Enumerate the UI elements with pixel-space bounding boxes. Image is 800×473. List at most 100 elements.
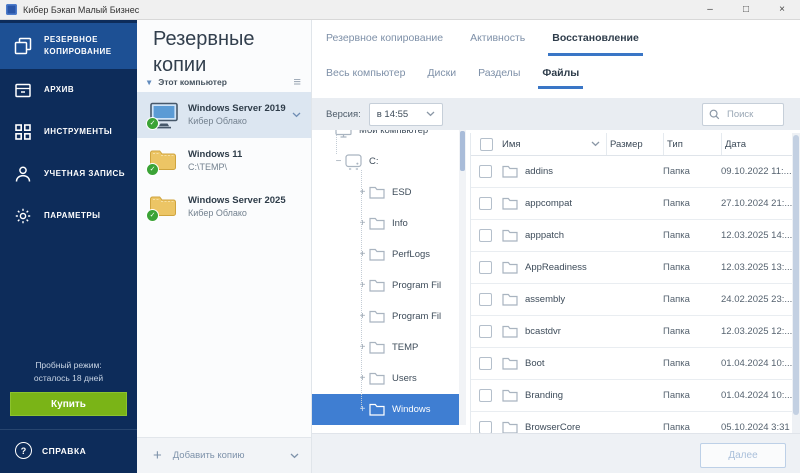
tree-item[interactable]: + Program Fil	[312, 270, 459, 301]
folder-icon	[502, 389, 518, 402]
tree-item[interactable]: +Info	[312, 208, 459, 239]
main-tab[interactable]: Восстановление	[552, 20, 639, 56]
sub-tab[interactable]: Разделы	[478, 56, 520, 89]
expander-minus-icon[interactable]: −	[332, 156, 345, 167]
tree-item[interactable]: +PerfLogs	[312, 239, 459, 270]
column-header-size[interactable]: Размер	[606, 133, 663, 155]
sub-tab[interactable]: Файлы	[542, 56, 579, 89]
folder-icon	[502, 197, 518, 210]
next-button[interactable]: Далее	[700, 443, 786, 468]
file-name: AppReadiness	[525, 262, 587, 273]
column-header-type[interactable]: Тип	[663, 133, 721, 155]
tree-item[interactable]: −C:	[312, 146, 459, 177]
expander-plus-icon[interactable]: +	[356, 373, 369, 384]
tree-item[interactable]: +ESD	[312, 177, 459, 208]
file-date: 12.03.2025 12:...	[721, 326, 792, 337]
window-title: Кибер Бэкап Малый Бизнес	[23, 5, 139, 15]
tree-item[interactable]: +Users	[312, 363, 459, 394]
chevron-down-icon	[290, 453, 299, 459]
search-icon	[709, 109, 720, 120]
sidebar-item[interactable]: РЕЗЕРВНОЕ КОПИРОВАНИЕ	[0, 23, 137, 69]
table-row[interactable]: appcompatПапка27.10.2024 21:...	[471, 188, 792, 220]
minimize-button[interactable]: –	[692, 0, 728, 20]
tree-item[interactable]: +Program Fil	[312, 301, 459, 332]
backup-group-header[interactable]: ▾ Этот компьютер ≡	[137, 72, 311, 92]
folder-icon	[369, 310, 385, 323]
version-dropdown[interactable]: в 14:55	[369, 103, 443, 126]
table-row[interactable]: AppReadinessПапка12.03.2025 13:...	[471, 252, 792, 284]
file-date: 01.04.2024 10:...	[721, 390, 792, 401]
expander-plus-icon[interactable]: +	[356, 218, 369, 229]
expander-plus-icon[interactable]: +	[356, 404, 369, 415]
file-name: Boot	[525, 358, 545, 369]
table-scrollbar[interactable]	[792, 133, 800, 434]
main-area: Резервное копирование Активность Восстанов…	[312, 20, 800, 473]
buy-button[interactable]: Купить	[10, 392, 127, 416]
group-header-label: Этот компьютер	[158, 77, 227, 87]
sidebar-item[interactable]: АРХИВ	[0, 69, 137, 111]
table-row[interactable]: BrowserCoreПапка05.10.2024 3:31	[471, 412, 792, 434]
search-input[interactable]	[725, 108, 777, 121]
search-box[interactable]	[702, 103, 784, 126]
main-tab[interactable]: Активность	[470, 20, 525, 56]
table-row[interactable]: assemblyПапка24.02.2025 23:...	[471, 284, 792, 316]
maximize-button[interactable]: □	[728, 0, 764, 20]
backups-panel: Резервные копии ▾ Этот компьютер ≡ ✓Wind…	[137, 20, 312, 473]
row-checkbox[interactable]	[479, 261, 492, 274]
sidebar-item[interactable]: ИНСТРУМЕНТЫ	[0, 111, 137, 153]
row-checkbox[interactable]	[479, 357, 492, 370]
expander-plus-icon[interactable]: +	[356, 280, 369, 291]
row-checkbox[interactable]	[479, 165, 492, 178]
column-header-date[interactable]: Дата	[721, 133, 792, 155]
table-row[interactable]: apppatchПапка12.03.2025 14:...	[471, 220, 792, 252]
expander-plus-icon[interactable]: +	[356, 187, 369, 198]
folder-icon	[502, 229, 518, 242]
table-scrollbar-thumb[interactable]	[793, 135, 799, 415]
tree-item-label: Program Fil	[392, 280, 441, 291]
archive-icon	[13, 80, 35, 100]
column-header-name[interactable]: Имя	[499, 133, 606, 155]
select-all-checkbox[interactable]	[480, 138, 493, 151]
folder-icon	[502, 293, 518, 306]
add-backup-button[interactable]: + Добавить копию	[137, 437, 311, 473]
row-checkbox[interactable]	[479, 229, 492, 242]
row-checkbox[interactable]	[479, 389, 492, 402]
add-backup-label: Добавить копию	[173, 450, 245, 461]
row-checkbox[interactable]	[479, 325, 492, 338]
close-button[interactable]: ×	[764, 0, 800, 20]
backup-list-item[interactable]: ✓Windows Server 2019Кибер Облако	[137, 92, 311, 138]
folder-icon	[502, 325, 518, 338]
tools-icon	[13, 122, 35, 142]
table-row[interactable]: BootПапка01.04.2024 10:...	[471, 348, 792, 380]
folder-icon	[369, 186, 385, 199]
row-checkbox[interactable]	[479, 197, 492, 210]
table-row[interactable]: addinsПапка09.10.2022 11:...	[471, 156, 792, 188]
table-row[interactable]: bcastdvrПапка12.03.2025 12:...	[471, 316, 792, 348]
file-name: Branding	[525, 390, 563, 401]
backup-item-name: Windows Server 2019	[188, 103, 286, 116]
file-type: Папка	[663, 390, 721, 401]
tree-item[interactable]: +TEMP	[312, 332, 459, 363]
expander-plus-icon[interactable]: +	[356, 342, 369, 353]
expander-plus-icon[interactable]: +	[356, 249, 369, 260]
tree-scrollbar[interactable]	[459, 130, 466, 425]
folder-icon: ✓	[149, 194, 179, 221]
chevron-down-icon[interactable]	[292, 112, 301, 118]
file-date: 24.02.2025 23:...	[721, 294, 792, 305]
main-tab[interactable]: Резервное копирование	[326, 20, 443, 56]
tree-scrollbar-thumb[interactable]	[460, 131, 465, 171]
backup-list-item[interactable]: ✓Windows 11C:\TEMP\	[137, 138, 311, 184]
backup-list-item[interactable]: ✓Windows Server 2025Кибер Облако	[137, 184, 311, 230]
sub-tab[interactable]: Весь компьютер	[326, 56, 405, 89]
folder-icon	[369, 248, 385, 261]
expander-plus-icon[interactable]: +	[356, 311, 369, 322]
sidebar-item-help[interactable]: ? СПРАВКА	[0, 430, 137, 473]
sub-tab[interactable]: Диски	[427, 56, 456, 89]
table-row[interactable]: Branding Папка01.04.2024 10:...	[471, 380, 792, 412]
sidebar-item[interactable]: УЧЕТНАЯ ЗАПИСЬ	[0, 153, 137, 195]
tree-item[interactable]: +Windows	[312, 394, 459, 425]
row-checkbox[interactable]	[479, 293, 492, 306]
backup-item-name: Windows 11	[188, 149, 242, 162]
sidebar-item[interactable]: ПАРАМЕТРЫ	[0, 195, 137, 237]
file-type: Папка	[663, 166, 721, 177]
